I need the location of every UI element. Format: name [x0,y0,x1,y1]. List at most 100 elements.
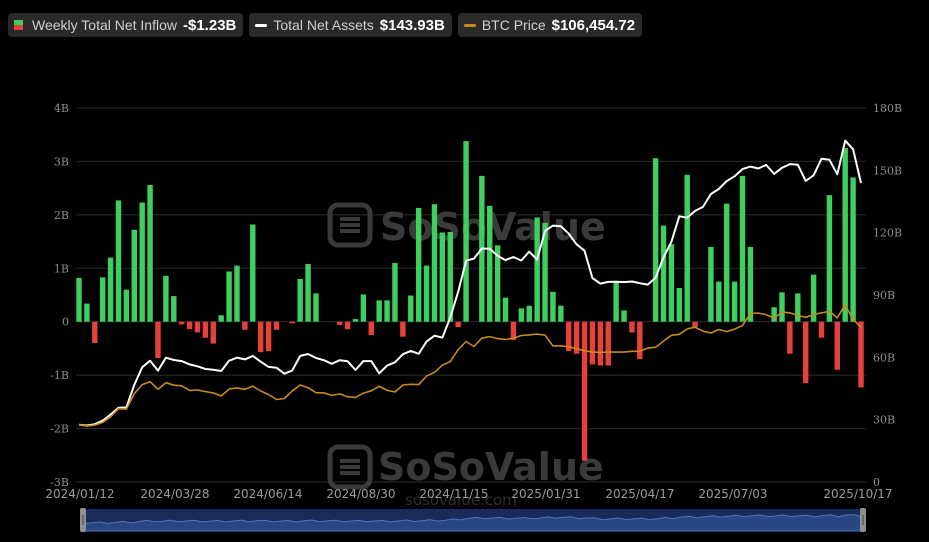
inflow-bar [76,277,82,322]
inflow-bar [502,297,509,322]
inflow-bar [439,232,446,322]
inflow-bar [171,296,177,322]
inflow-bar [392,262,398,322]
right-tick-label: 30B [873,414,895,427]
left-axis-labels: 4B3B2B1B0-1B-2B-3B [50,102,69,489]
inflow-bar [518,308,525,322]
inflow-bar [708,246,714,322]
left-tick-label: -2B [50,423,69,436]
left-tick-label: -1B [50,369,69,382]
inflow-bar [550,291,556,322]
inflow-bar [621,310,627,322]
inflow-bar [115,200,122,322]
left-tick-label: 2B [54,209,69,222]
inflow-bar [194,321,201,333]
inflow-bar [660,225,667,322]
inflow-bar [226,271,232,322]
inflow-bar [178,321,185,325]
inflow-bar [131,229,137,322]
inflow-bar [431,204,438,322]
inflow-bar [668,244,675,322]
inflow-bar [652,158,659,322]
x-tick-label: 2024/06/14 [233,487,302,501]
inflow-bar [724,203,730,322]
left-tick-label: 3B [54,155,69,168]
inflow-bar [408,295,414,322]
sosovalue-logo-icon [327,202,373,248]
right-tick-label: 90B [873,289,895,302]
x-tick-label: 2025/07/03 [698,487,767,501]
inflow-bar [455,321,461,328]
inflow-bar [415,207,422,322]
x-tick-label: 2024/01/12 [45,487,114,501]
left-tick-label: 4B [54,102,69,115]
inflow-bar [352,319,359,322]
inflow-bar [581,321,588,461]
x-tick-label: 2025/04/17 [605,487,674,501]
inflow-bar [265,321,272,352]
sosovalue-logo-icon [327,444,373,490]
inflow-bar [155,321,161,359]
chart-canvas[interactable]: SoSoValueSoSoValuesosovalue.com 4B3B2B1B… [0,0,929,542]
inflow-bar [818,321,825,338]
inflow-bar [218,315,224,322]
inflow-bar [99,277,106,322]
inflow-bar [534,217,540,322]
inflow-bar [202,321,209,338]
inflow-bars [76,141,864,461]
inflow-bar [92,321,98,344]
inflow-bar [834,321,841,370]
inflow-bar [163,275,169,322]
watermark-brand: SoSoValue [380,205,606,249]
watermark-brand: SoSoValue [378,445,604,489]
inflow-bar [637,321,643,360]
inflow-bar [787,321,793,354]
inflow-bar [526,305,532,322]
range-navigator[interactable] [80,508,866,532]
left-tick-label: 1B [54,262,69,275]
right-tick-label: 180B [873,102,902,115]
inflow-bar [336,321,343,325]
inflow-bar [313,293,319,322]
inflow-bar [297,278,303,322]
inflow-bar [676,288,683,322]
x-tick-label: 2025/10/17 [823,487,892,501]
inflow-bar [360,294,367,322]
inflow-bar [779,292,785,322]
inflow-bar [771,307,777,322]
inflow-bar [250,224,256,322]
inflow-bar [589,321,596,365]
inflow-bar [558,305,564,322]
x-tick-label: 2024/08/30 [326,487,395,501]
inflow-bar [692,321,698,328]
inflow-bar [257,321,264,353]
inflow-bar [273,321,280,330]
inflow-bar [795,293,801,322]
inflow-bar [858,321,864,388]
inflow-bar [747,246,754,322]
inflow-bar [305,264,311,322]
right-tick-label: 120B [873,227,902,240]
inflow-bar [739,175,746,322]
inflow-bar [850,177,856,322]
inflow-bar [147,184,153,322]
inflow-bar [289,321,295,324]
inflow-bar [123,289,130,322]
inflow-bar [84,303,90,322]
inflow-bar [826,195,833,322]
inflow-bar [731,281,738,322]
inflow-bar [384,300,390,322]
inflow-bar [210,321,216,344]
x-tick-label: 2024/03/28 [140,487,209,501]
inflow-bar [107,257,114,322]
inflow-bar [186,321,193,330]
inflow-bar [613,282,619,322]
inflow-bar [139,202,145,322]
inflow-bar [344,321,351,330]
left-tick-label: 0 [62,316,69,329]
inflow-bar [803,321,809,384]
inflow-bar [376,300,382,322]
inflow-bar [684,174,690,322]
inflow-bar [629,321,635,333]
inflow-bar [234,265,240,322]
